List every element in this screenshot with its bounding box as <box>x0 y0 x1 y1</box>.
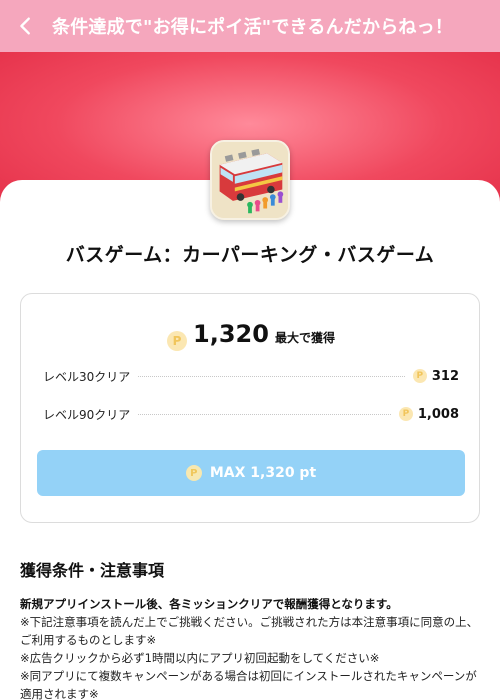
total-reward: P 1,320 最大で獲得 <box>21 320 481 351</box>
dotted-divider <box>138 375 405 377</box>
mission-points-value: 312 <box>431 368 459 384</box>
mission-row: レベル90クリア P 1,008 <box>43 404 459 424</box>
total-label: 最大で獲得 <box>274 331 335 345</box>
chevron-left-icon <box>20 17 30 35</box>
max-points-label: MAX 1,320 pt <box>209 465 317 481</box>
point-coin-icon: P <box>398 407 413 421</box>
reward-card: P 1,320 最大で獲得 レベル30クリア P 312 レベル90クリア P … <box>20 293 480 523</box>
mission-points-value: 1,008 <box>417 406 459 422</box>
point-coin-icon: P <box>167 331 188 351</box>
point-coin-icon: P <box>185 465 202 481</box>
condition-note: ※下記注意事項を読んだ上でご挑戦ください。ご挑戦された方は本注意事項に同意の上、… <box>20 615 479 647</box>
dotted-divider <box>138 413 391 415</box>
back-button[interactable] <box>0 0 52 52</box>
page-title: 条件達成で"お得にポイ活"できるんだからねっ！ <box>52 17 453 38</box>
mission-row: レベル30クリア P 312 <box>43 366 459 386</box>
conditions-heading: 獲得条件・注意事項 <box>20 561 165 580</box>
bus-game-app-icon <box>210 140 290 220</box>
mission-label: レベル90クリア <box>43 407 131 422</box>
app-name: バスゲーム：カーパーキング・バスゲーム <box>65 244 435 266</box>
condition-note: ※広告クリックから必ず1時間以内にアプリ初回起動をしてください※ <box>20 651 380 665</box>
max-points-button[interactable]: P MAX 1,320 pt <box>37 450 465 496</box>
header-bar: 条件達成で"お得にポイ活"できるんだからねっ！ <box>0 0 500 52</box>
point-coin-icon: P <box>412 369 427 383</box>
mission-points: P 312 <box>412 368 459 384</box>
condition-note: ※同アプリにて複数キャンペーンがある場合は初回にインストールされたキャンペーンが… <box>20 669 477 700</box>
total-points: 1,320 <box>193 320 269 348</box>
mission-points: P 1,008 <box>398 406 459 422</box>
mission-label: レベル30クリア <box>43 369 131 384</box>
conditions-lead: 新規アプリインストール後、各ミッションクリアで報酬獲得となります。 <box>20 597 398 611</box>
